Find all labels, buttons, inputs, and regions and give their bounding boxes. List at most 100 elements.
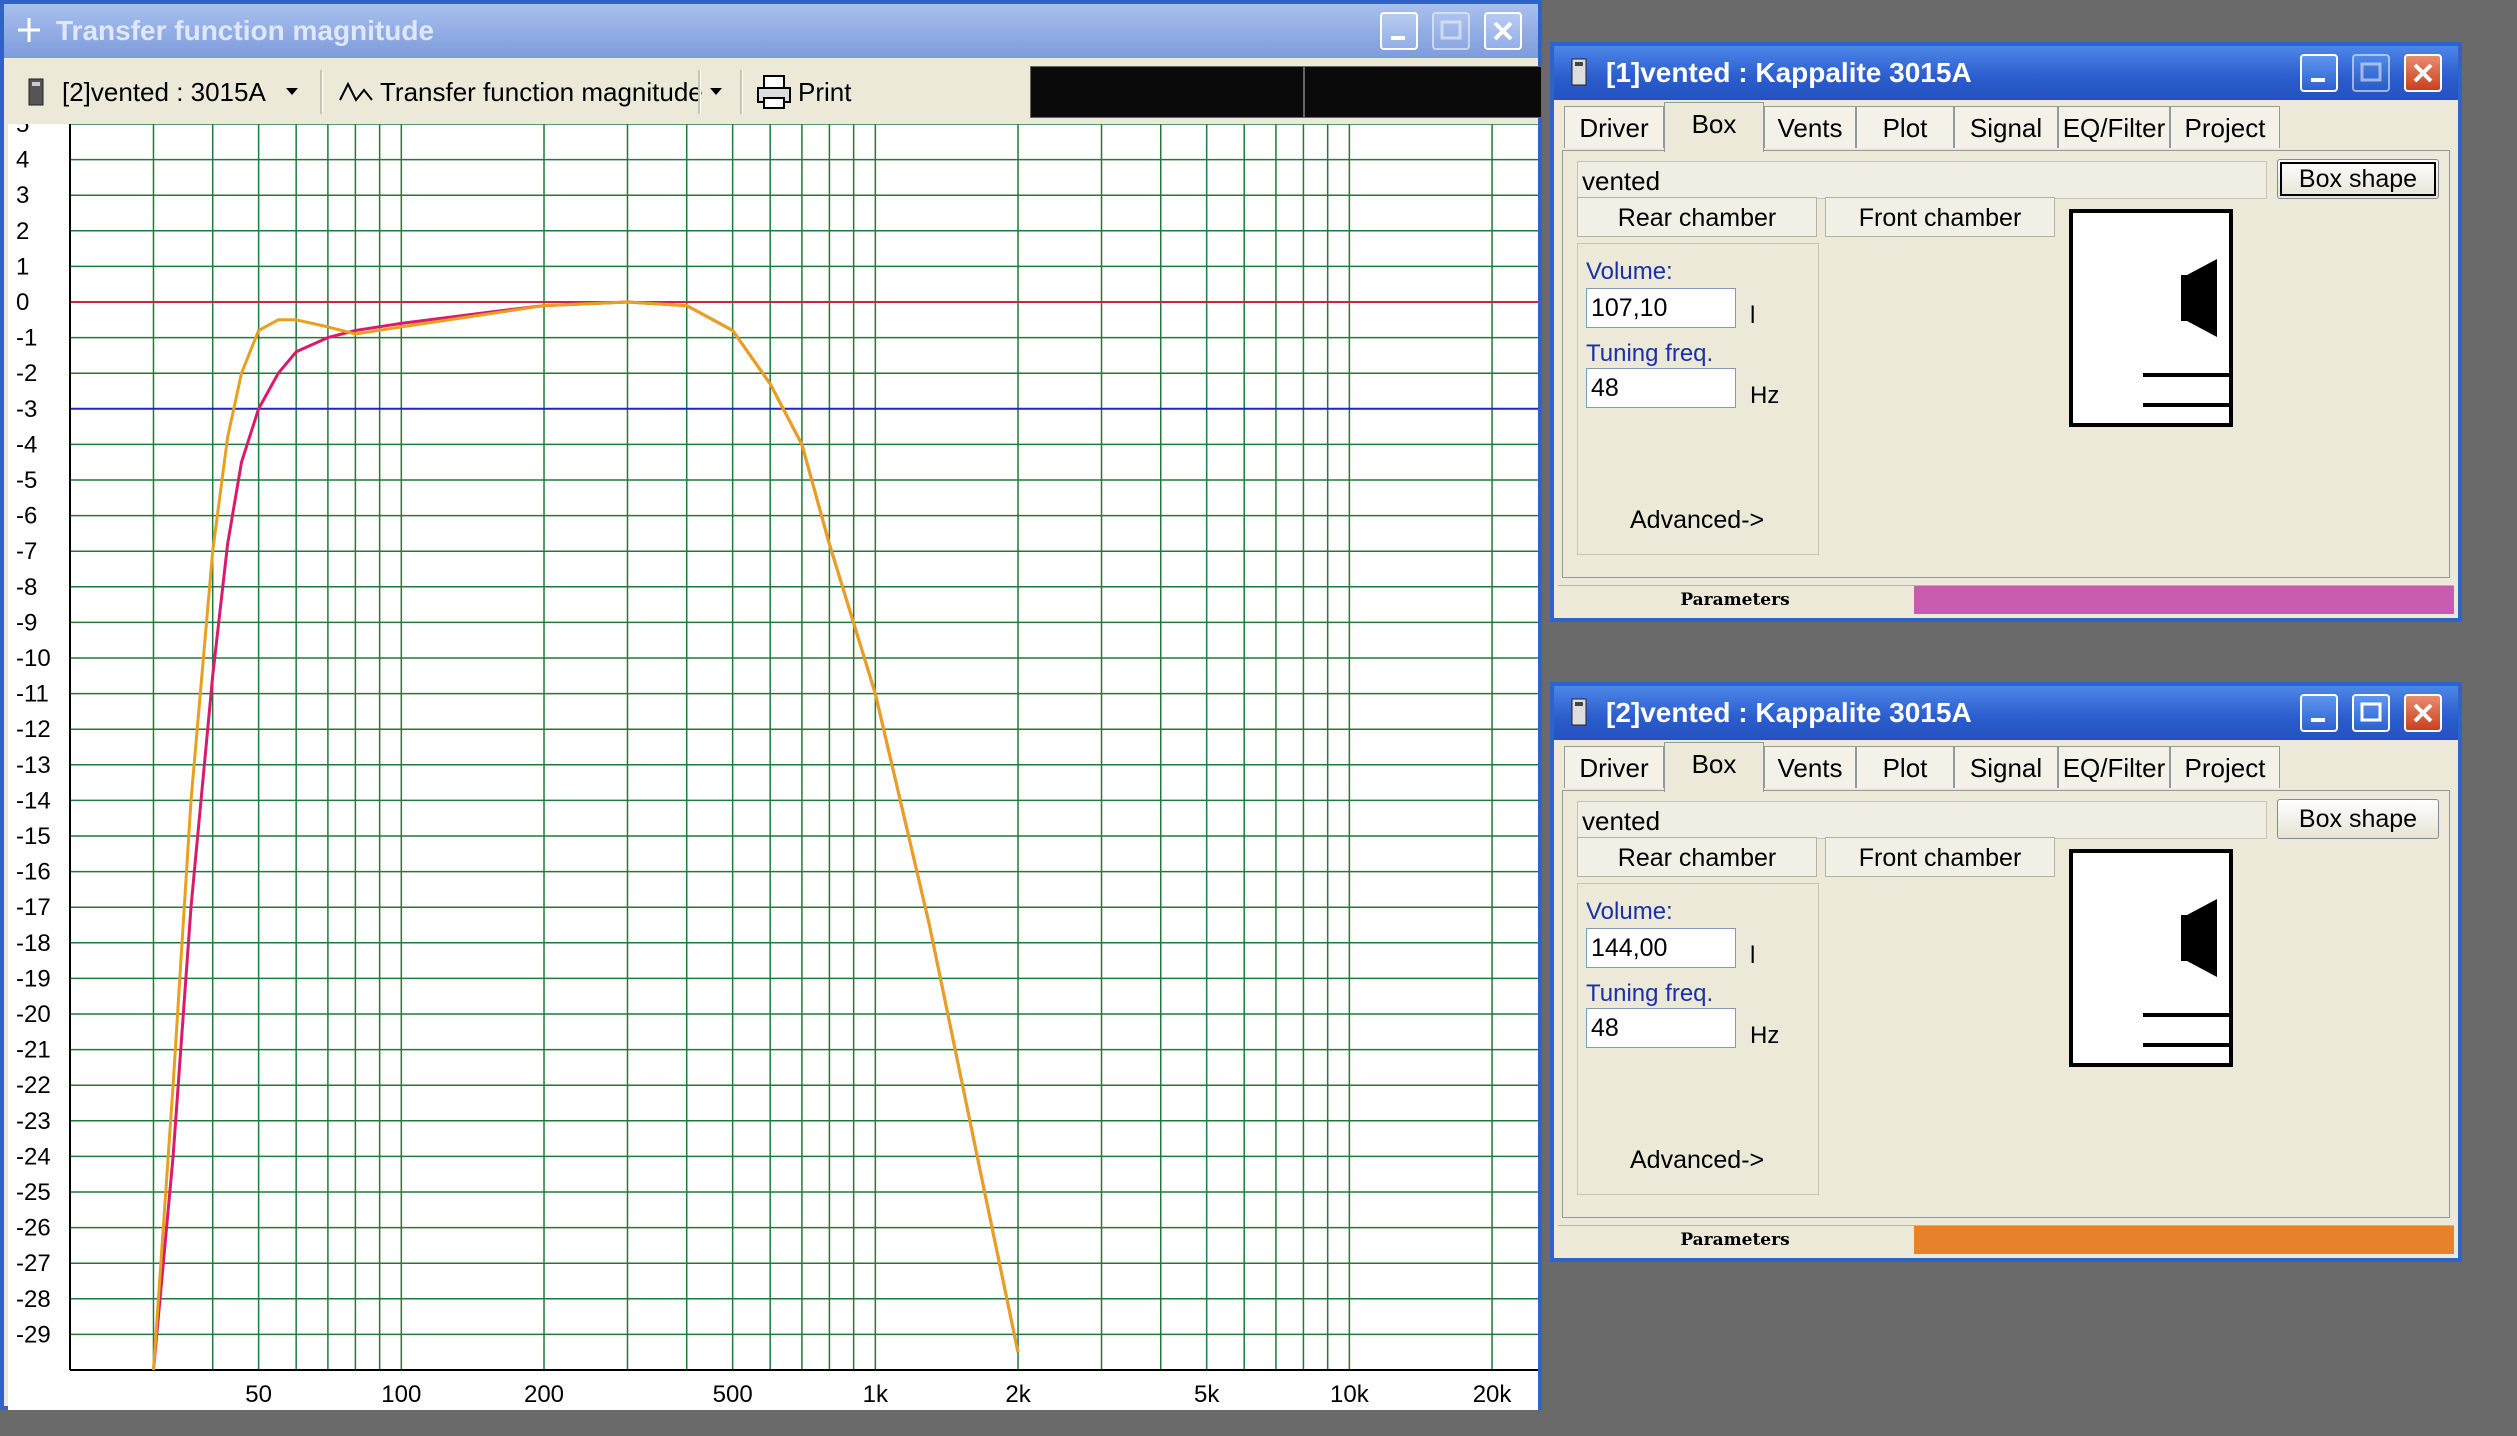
tab-box[interactable]: Box (1664, 742, 1764, 792)
close-button[interactable] (1484, 12, 1522, 50)
y-tick-label: -20 (16, 1001, 51, 1028)
close-icon (1493, 21, 1513, 41)
graph-type-select[interactable]: Transfer function magnitude (380, 68, 703, 116)
box-shape-button[interactable]: Box shape (2277, 159, 2439, 199)
project-1-tabs: Driver Box Vents Plot Signal EQ/Filter P… (1558, 102, 2454, 152)
x-tick-label: 20k (1473, 1381, 1513, 1408)
y-tick-label: -2 (16, 360, 37, 387)
rear-chamber-group: Volume: 107,10 l Tuning freq. 48 Hz Adva… (1577, 243, 1819, 555)
rear-chamber-group: Volume: 144,00 l Tuning freq. 48 Hz Adva… (1577, 883, 1819, 1195)
volume-input[interactable]: 144,00 (1586, 928, 1736, 968)
box-panel: vented Box shape Rear chamber Front cham… (1562, 150, 2450, 578)
volume-unit: l (1750, 942, 1756, 969)
volume-input[interactable]: 107,10 (1586, 288, 1736, 328)
close-icon (2413, 63, 2433, 83)
tab-eq-filter[interactable]: EQ/Filter (2058, 746, 2170, 788)
x-tick-label: 50 (245, 1381, 272, 1408)
maximize-button[interactable] (2352, 694, 2390, 732)
project-dropdown-icon[interactable] (278, 68, 306, 116)
box-type-field[interactable]: vented (1577, 801, 2267, 839)
tuning-freq-unit: Hz (1750, 1022, 1780, 1049)
parameters-label: Parameters (1680, 590, 1790, 610)
y-tick-label: -11 (16, 681, 49, 708)
toolbar-separator (740, 70, 743, 114)
tuning-freq-unit: Hz (1750, 382, 1780, 409)
tab-driver[interactable]: Driver (1564, 746, 1664, 788)
y-tick-label: -26 (16, 1215, 51, 1242)
tab-vents[interactable]: Vents (1764, 746, 1856, 788)
minimize-button[interactable] (2300, 54, 2338, 92)
graph-window-icon (18, 18, 40, 42)
rear-chamber-tab[interactable]: Rear chamber (1577, 197, 1817, 237)
graph-type-dropdown-icon[interactable] (702, 68, 730, 116)
maximize-icon (2360, 702, 2382, 722)
y-tick-label: -5 (16, 467, 37, 494)
tab-vents[interactable]: Vents (1764, 106, 1856, 148)
project-window-icon (1571, 58, 1587, 86)
project-2-title: [2]vented : Kappalite 3015A (1606, 697, 1972, 728)
advanced-button[interactable]: Advanced-> (1630, 1146, 1764, 1175)
x-tick-label: 500 (713, 1381, 753, 1408)
tab-driver[interactable]: Driver (1564, 106, 1664, 148)
y-tick-label: -28 (16, 1286, 51, 1313)
front-chamber-tab[interactable]: Front chamber (1825, 197, 2055, 237)
transfer-function-chart: 5 4 3 2 1 0 -1 -2 -3 -4 -5 -6 -7 -8 -9 -10 -11 -12 -13 -14 -… (16, 124, 1538, 1408)
y-tick-label: -15 (16, 823, 51, 850)
box-type-field[interactable]: vented (1577, 161, 2267, 199)
box-shape-button[interactable]: Box shape (2277, 799, 2439, 839)
transfer-function-window: Transfer function magnitude [2]vented : … (0, 0, 1542, 1410)
parameters-label: Parameters (1680, 1230, 1790, 1250)
minimize-button[interactable] (1380, 12, 1418, 50)
tab-plot[interactable]: Plot (1856, 746, 1954, 788)
tuning-freq-input[interactable]: 48 (1586, 368, 1736, 408)
tuning-freq-input[interactable]: 48 (1586, 1008, 1736, 1048)
y-tick-label: -24 (16, 1143, 51, 1170)
project-select[interactable]: [2]vented : 3015A (62, 68, 266, 116)
minimize-button[interactable] (2300, 694, 2338, 732)
printer-icon[interactable] (756, 74, 792, 110)
y-tick-label: -4 (16, 431, 37, 458)
maximize-icon (1440, 20, 1462, 40)
y-tick-label: 1 (16, 253, 29, 280)
rear-chamber-tab[interactable]: Rear chamber (1577, 837, 1817, 877)
project-icon (28, 78, 44, 106)
tab-signal[interactable]: Signal (1954, 746, 2058, 788)
y-tick-label: 2 (16, 218, 29, 245)
print-button[interactable]: Print (798, 68, 851, 116)
tuning-freq-label: Tuning freq. (1586, 980, 1714, 1007)
x-tick-label: 2k (1005, 1381, 1031, 1408)
advanced-button[interactable]: Advanced-> (1630, 506, 1764, 535)
y-tick-label: -27 (16, 1250, 51, 1277)
info-display-right (1304, 66, 1542, 118)
minimize-icon (2311, 78, 2325, 82)
y-tick-label: 4 (16, 147, 29, 174)
front-chamber-tab[interactable]: Front chamber (1825, 837, 2055, 877)
tab-box[interactable]: Box (1664, 102, 1764, 152)
x-tick-label: 1k (863, 1381, 889, 1408)
tab-project[interactable]: Project (2170, 106, 2280, 148)
tab-plot[interactable]: Plot (1856, 106, 1954, 148)
y-tick-label: -29 (16, 1321, 51, 1348)
volume-label: Volume: (1586, 258, 1673, 285)
x-tick-label: 10k (1330, 1381, 1370, 1408)
info-display-left (1030, 66, 1304, 118)
close-button[interactable] (2404, 694, 2442, 732)
tab-eq-filter[interactable]: EQ/Filter (2058, 106, 2170, 148)
plot-area[interactable]: 5 4 3 2 1 0 -1 -2 -3 -4 -5 -6 -7 -8 -9 -10 -11 -12 -13 -14 -… (8, 124, 1538, 1410)
project-1-titlebar[interactable]: [1]vented : Kappalite 3015A (1554, 46, 2458, 100)
project-window-2: [2]vented : Kappalite 3015A Driver Box V… (1550, 682, 2462, 1262)
graph-toolbar: [2]vented : 3015A Transfer function magn… (8, 60, 1542, 125)
project-2-titlebar[interactable]: [2]vented : Kappalite 3015A (1554, 686, 2458, 740)
y-tick-label: -23 (16, 1108, 51, 1135)
maximize-button[interactable] (2352, 54, 2390, 92)
project-window-1: [1]vented : Kappalite 3015A Driver Box V… (1550, 42, 2462, 622)
project-color-swatch (1914, 586, 2454, 614)
tab-signal[interactable]: Signal (1954, 106, 2058, 148)
volume-label: Volume: (1586, 898, 1673, 925)
maximize-button[interactable] (1432, 12, 1470, 50)
y-tick-label: -25 (16, 1179, 51, 1206)
y-tick-label: -22 (16, 1072, 51, 1099)
tab-project[interactable]: Project (2170, 746, 2280, 788)
graph-titlebar[interactable]: Transfer function magnitude (4, 4, 1538, 58)
close-button[interactable] (2404, 54, 2442, 92)
